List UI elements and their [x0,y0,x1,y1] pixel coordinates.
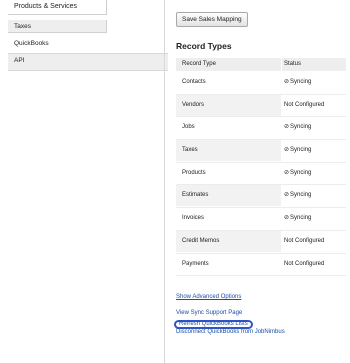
record-type-cell: Invoices [182,215,205,222]
check-icon: ⊘ [284,215,290,222]
settings-nav: Products & Services Taxes QuickBooks API [0,0,168,363]
column-header-record-type: Record Type [176,58,281,71]
disconnect-quickbooks-link[interactable]: Disconnect QuickBooks from JobNimbus [176,329,285,335]
section-title: Record Types [176,41,232,51]
check-icon: ⊘ [284,192,290,199]
record-type-cell: Credit Memos [176,230,281,252]
column-header-status: Status [282,58,346,71]
record-type-cell: Jobs [182,124,195,131]
check-icon: ⊘ [284,124,290,131]
table-row: Jobs ⊘Syncing [176,117,346,141]
status-cell: Not Configured [284,260,325,267]
table-row: Payments Not Configured [176,254,346,277]
table-row: Taxes ⊘Syncing [176,140,346,163]
status-cell: Not Configured [282,230,346,251]
table-row: Vendors Not Configured [176,94,346,118]
nav-item-products-services[interactable]: Products & Services [8,0,107,15]
record-type-cell: Contacts [182,79,206,85]
nav-item-label: Products & Services [14,3,78,10]
table-row: Credit Memos Not Configured [176,230,346,254]
status-cell: Not Configured [282,94,346,115]
record-type-cell: Products [182,169,206,176]
status-cell: ⊘Syncing [282,140,346,161]
status-cell: ⊘Syncing [282,185,346,206]
nav-item-label: Taxes [14,23,31,30]
record-type-cell: Estimates [176,185,281,207]
record-type-cell: Payments [182,260,209,267]
refresh-quickbooks-lists-link[interactable]: Refresh QuickBooks Lists [174,320,253,329]
check-icon: ⊘ [284,79,290,85]
table-row: Products ⊘Syncing [176,163,346,186]
table-row: Invoices ⊘Syncing [176,208,346,231]
record-type-cell: Vendors [176,94,281,116]
nav-item-label: API [14,57,25,64]
table-header-row: Record Type Status [176,58,346,72]
record-type-cell: Taxes [176,140,281,162]
save-sales-mapping-button[interactable]: Save Sales Mapping [176,12,248,27]
status-cell: ⊘Syncing [284,124,312,131]
nav-item-quickbooks[interactable]: QuickBooks [8,37,168,54]
nav-item-taxes[interactable]: Taxes [8,20,107,33]
status-cell: ⊘Syncing [284,79,312,85]
nav-item-api[interactable]: API [8,54,168,71]
check-icon: ⊘ [284,147,290,154]
table-row: Estimates ⊘Syncing [176,185,346,209]
check-icon: ⊘ [284,169,290,176]
view-sync-support-link[interactable]: View Sync Support Page [176,310,242,316]
table-row: Contacts ⊘Syncing [176,72,346,95]
nav-shade [107,0,164,37]
record-types-table: Record Type Status Contacts ⊘Syncing Ven… [176,58,346,277]
nav-divider [164,0,165,363]
show-advanced-options-link[interactable]: Show Advanced Options [176,294,241,300]
nav-item-label: QuickBooks [14,40,49,47]
status-cell: ⊘Syncing [284,215,312,222]
status-cell: ⊘Syncing [284,169,312,176]
